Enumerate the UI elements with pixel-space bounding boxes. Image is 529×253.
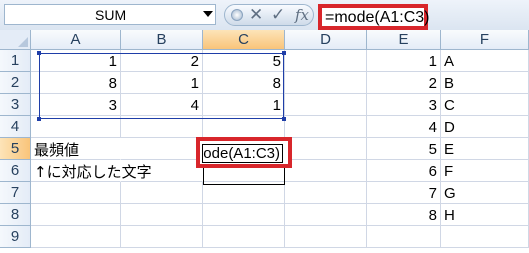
cell-e4[interactable]: 4 bbox=[367, 116, 441, 138]
name-box[interactable]: SUM bbox=[4, 4, 216, 25]
cell-d3[interactable] bbox=[285, 94, 367, 116]
cell-a7[interactable] bbox=[31, 182, 121, 204]
cell-a6[interactable]: ↑に対応した文字 bbox=[31, 160, 152, 182]
cell-b5[interactable] bbox=[121, 138, 203, 160]
column-header-f[interactable]: F bbox=[441, 30, 529, 50]
cell-d6[interactable] bbox=[285, 160, 367, 182]
column-header-a[interactable]: A bbox=[31, 30, 121, 50]
cell-f1[interactable]: A bbox=[441, 50, 529, 72]
column-header-d[interactable]: D bbox=[285, 30, 367, 50]
cell-f7[interactable]: G bbox=[441, 182, 529, 204]
cell-edit-text: =mode(A1:C3) bbox=[203, 145, 280, 162]
cell-b4[interactable] bbox=[121, 116, 203, 138]
cell-d5[interactable] bbox=[285, 138, 367, 160]
cell-b3[interactable]: 4 bbox=[121, 94, 203, 116]
cell-d1[interactable] bbox=[285, 50, 367, 72]
cell-e6[interactable]: 6 bbox=[367, 160, 441, 182]
column-header-b[interactable]: B bbox=[121, 30, 203, 50]
active-cell-editor[interactable]: =mode(A1:C3) bbox=[196, 137, 292, 168]
cell-e5[interactable]: 5 bbox=[367, 138, 441, 160]
cell-e1[interactable]: 1 bbox=[367, 50, 441, 72]
row-header-9[interactable]: 9 bbox=[0, 226, 31, 248]
row-header-2[interactable]: 2 bbox=[0, 72, 31, 94]
range-handle[interactable] bbox=[37, 117, 41, 121]
cell-edit-input[interactable]: =mode(A1:C3) bbox=[202, 144, 283, 163]
cell-c4[interactable] bbox=[203, 116, 285, 138]
cell-b9[interactable] bbox=[121, 226, 203, 248]
formula-bar-area: SUM ✕ ✓ fx =mode(A1:C3) bbox=[0, 0, 529, 31]
formula-input[interactable]: =mode(A1:C3) bbox=[318, 4, 430, 30]
cell-c9[interactable] bbox=[203, 226, 285, 248]
cell-d2[interactable] bbox=[285, 72, 367, 94]
cell-a2[interactable]: 8 bbox=[31, 72, 121, 94]
cell-e9[interactable] bbox=[367, 226, 441, 248]
row-header-3[interactable]: 3 bbox=[0, 94, 31, 116]
cell-f6[interactable]: F bbox=[441, 160, 529, 182]
cell-b1[interactable]: 2 bbox=[121, 50, 203, 72]
cell-f9[interactable] bbox=[441, 226, 529, 248]
row-header-4[interactable]: 4 bbox=[0, 116, 31, 138]
name-box-value: SUM bbox=[95, 7, 127, 23]
cell-f3[interactable]: C bbox=[441, 94, 529, 116]
cell-f4[interactable]: D bbox=[441, 116, 529, 138]
cell-c3[interactable]: 1 bbox=[203, 94, 285, 116]
cell-f5[interactable]: E bbox=[441, 138, 529, 160]
cell-e3[interactable]: 3 bbox=[367, 94, 441, 116]
column-header-c[interactable]: C bbox=[203, 30, 285, 50]
name-box-dropdown-icon[interactable] bbox=[203, 11, 213, 17]
cell-c1[interactable]: 5 bbox=[203, 50, 285, 72]
range-handle[interactable] bbox=[282, 117, 286, 121]
row-header-7[interactable]: 7 bbox=[0, 182, 31, 204]
cell-d4[interactable] bbox=[285, 116, 367, 138]
row-header-6[interactable]: 6 bbox=[0, 160, 31, 182]
column-header-e[interactable]: E bbox=[367, 30, 441, 50]
cell-e7[interactable]: 7 bbox=[367, 182, 441, 204]
cell-c7[interactable] bbox=[203, 182, 285, 204]
formula-bar-grip-icon[interactable] bbox=[231, 9, 243, 21]
cell-e8[interactable]: 8 bbox=[367, 204, 441, 226]
cell-e2[interactable]: 2 bbox=[367, 72, 441, 94]
row-header-5[interactable]: 5 bbox=[0, 138, 31, 160]
cell-d7[interactable] bbox=[285, 182, 367, 204]
range-handle[interactable] bbox=[37, 51, 41, 55]
cancel-entry-icon[interactable]: ✕ bbox=[249, 5, 263, 25]
row-header-1[interactable]: 1 bbox=[0, 50, 31, 72]
row-header-8[interactable]: 8 bbox=[0, 204, 31, 226]
insert-function-icon[interactable]: fx bbox=[295, 6, 309, 24]
cell-a9[interactable] bbox=[31, 226, 121, 248]
select-all-corner[interactable] bbox=[0, 30, 31, 50]
cell-c6-outline bbox=[203, 168, 285, 185]
range-handle[interactable] bbox=[282, 51, 286, 55]
cell-a5[interactable]: 最頻値 bbox=[31, 138, 121, 160]
cell-d8[interactable] bbox=[285, 204, 367, 226]
cell-a3[interactable]: 3 bbox=[31, 94, 121, 116]
cell-d9[interactable] bbox=[285, 226, 367, 248]
cell-a8[interactable] bbox=[31, 204, 121, 226]
cell-f8[interactable]: H bbox=[441, 204, 529, 226]
formula-buttons: ✕ ✓ fx bbox=[224, 4, 314, 26]
cell-b8[interactable] bbox=[121, 204, 203, 226]
cell-c2[interactable]: 8 bbox=[203, 72, 285, 94]
cell-b7[interactable] bbox=[121, 182, 203, 204]
cell-c8[interactable] bbox=[203, 204, 285, 226]
cell-b2[interactable]: 1 bbox=[121, 72, 203, 94]
cell-a1[interactable]: 1 bbox=[31, 50, 121, 72]
cell-b6[interactable] bbox=[121, 160, 203, 182]
cell-a4[interactable] bbox=[31, 116, 121, 138]
cell-f2[interactable]: B bbox=[441, 72, 529, 94]
confirm-entry-icon[interactable]: ✓ bbox=[271, 5, 285, 25]
